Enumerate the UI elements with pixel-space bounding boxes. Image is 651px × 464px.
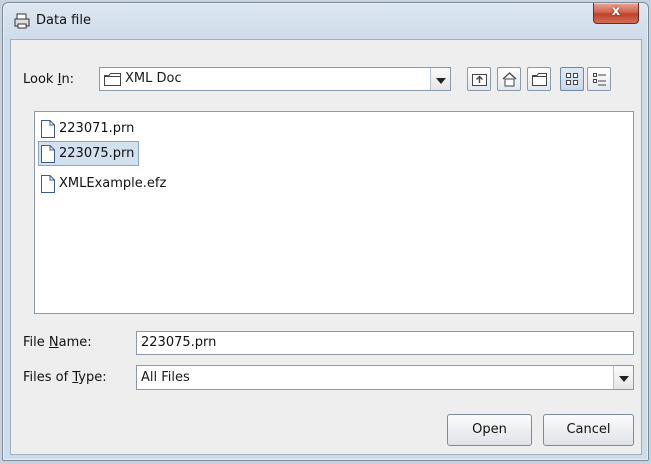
home-button[interactable]: [497, 67, 521, 91]
file-item-xmlexample-efz[interactable]: XMLExample.efz: [38, 171, 171, 196]
file-list[interactable]: 223071.prn 223075.prn XMLExample.efz: [34, 111, 634, 314]
look-in-dropdown-arrow[interactable]: [430, 68, 450, 90]
open-button[interactable]: Open: [447, 414, 532, 446]
new-folder-button[interactable]: [527, 67, 551, 91]
file-item-223075-prn[interactable]: 223075.prn: [38, 141, 140, 166]
list-view-button[interactable]: [560, 67, 584, 91]
dialog-body: Look In: XML Doc 223071.prn 223075.prn X…: [10, 39, 642, 455]
close-icon: x: [611, 4, 621, 19]
file-name-text: 223071.prn: [59, 121, 135, 136]
file-icon: [41, 119, 55, 138]
file-name-text: XMLExample.efz: [59, 176, 167, 191]
data-file-dialog: Data file x Look In: XML Doc 223071.prn …: [2, 2, 649, 461]
file-name-text: 223075.prn: [59, 146, 135, 161]
up-one-level-button[interactable]: [467, 67, 491, 91]
printer-icon: [14, 13, 30, 29]
look-in-combo[interactable]: XML Doc: [99, 67, 451, 91]
file-type-label: Files of Type:: [23, 370, 107, 385]
file-name-input[interactable]: 223075.prn: [136, 331, 634, 355]
list-view-icon: [566, 73, 578, 85]
title-bar[interactable]: Data file x: [3, 3, 648, 39]
look-in-label: Look In:: [23, 72, 75, 87]
file-type-combo[interactable]: All Files: [136, 365, 634, 390]
file-name-label: File Name:: [23, 335, 92, 350]
file-type-value: All Files: [141, 370, 190, 385]
details-view-icon: [593, 73, 606, 86]
close-button[interactable]: x: [593, 3, 639, 24]
file-item-223071-prn[interactable]: 223071.prn: [38, 116, 139, 141]
folder-icon: [104, 73, 121, 86]
cancel-button[interactable]: Cancel: [543, 414, 634, 446]
details-view-button[interactable]: [587, 67, 611, 91]
look-in-value: XML Doc: [125, 71, 182, 86]
file-type-dropdown-arrow[interactable]: [613, 366, 633, 389]
window-title: Data file: [36, 13, 91, 28]
home-icon: [502, 72, 517, 87]
up-folder-icon: [472, 74, 487, 86]
new-folder-icon: [532, 73, 547, 86]
file-icon: [41, 174, 55, 193]
file-icon: [41, 144, 55, 163]
